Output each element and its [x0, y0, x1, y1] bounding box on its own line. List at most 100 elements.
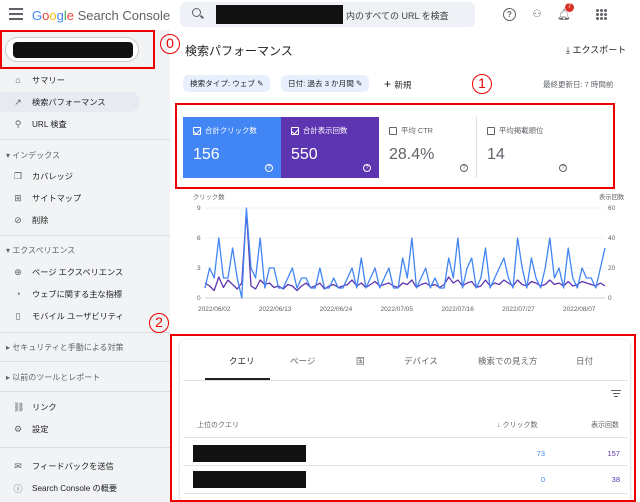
home-icon: ⌂	[15, 75, 21, 85]
x-tick-label: 2022/07/16	[441, 306, 474, 313]
edit-icon: ✎	[254, 79, 264, 88]
info-icon: ⓘ	[13, 483, 23, 494]
sidebar-item-label: ページ エクスペリエンス	[32, 268, 124, 277]
sidebar-item-url-inspection[interactable]: ⚲ URL 検査	[0, 114, 140, 134]
sidebar-item-label: URL 検査	[32, 120, 67, 129]
y-tick-label-right: 20	[608, 265, 616, 272]
sidebar-item-links[interactable]: ⛓ リンク	[0, 397, 140, 417]
smartphone-icon: ▯	[15, 310, 21, 321]
x-tick-label: 2022/08/07	[563, 306, 596, 313]
google-wordmark-e: e	[66, 8, 74, 23]
annotation-box-0	[0, 30, 155, 69]
chip-label: 日付: 過去 3 か月間	[288, 79, 354, 88]
sidebar-item-label: ウェブに関する主な指標	[32, 290, 123, 299]
section-label: 以前のツールとレポート	[12, 373, 101, 382]
sidebar-item-coverage[interactable]: ❐ カバレッジ	[0, 166, 140, 186]
x-tick-label: 2022/06/02	[198, 306, 231, 313]
trending-up-icon: ↗	[14, 96, 22, 107]
app-logo[interactable]: Google Search Console	[32, 8, 170, 23]
sidebar-item-label: Search Console の概要	[32, 484, 118, 493]
x-tick-label: 2022/07/27	[502, 306, 535, 313]
apps-grid-icon[interactable]	[596, 9, 607, 20]
chip-label: 検索タイプ: ウェブ	[190, 79, 255, 88]
help-icon[interactable]: ?	[503, 8, 516, 21]
filter-chip-date[interactable]: 日付: 過去 3 か月間 ✎	[281, 75, 370, 92]
sidebar-item-settings[interactable]: ⚙ 設定	[0, 419, 140, 439]
divider	[0, 391, 170, 392]
annotation-box-1	[175, 103, 615, 189]
page-title: 検索パフォーマンス	[185, 44, 293, 58]
new-filter-button[interactable]: + 新規	[384, 77, 411, 91]
sidebar-item-summary[interactable]: ⌂ サマリー	[0, 70, 140, 90]
sidebar-item-label: リンク	[32, 403, 57, 412]
add-icon: +	[384, 77, 395, 91]
google-wordmark: G	[32, 8, 43, 23]
menu-icon[interactable]	[9, 8, 23, 20]
sidebar-item-feedback[interactable]: ✉ フィードバックを送信	[0, 456, 140, 476]
redacted-property-name	[216, 5, 343, 24]
product-name: Search Console	[77, 8, 171, 23]
section-security[interactable]: ▸ セキュリティと手動による対策	[6, 342, 124, 353]
sidebar-item-sitemap[interactable]: ⊞ サイトマップ	[0, 188, 140, 208]
visibility-off-icon: ⊘	[14, 214, 22, 225]
speed-icon: ◔	[15, 289, 21, 299]
y-tick-label-right: 60	[608, 205, 616, 212]
top-app-bar: Google Search Console 内のすべての URL を検査 ? ⚇…	[0, 0, 640, 30]
annotation-box-2	[170, 334, 636, 502]
link-icon: ⛓	[13, 401, 25, 412]
divider	[0, 447, 170, 448]
sidebar-item-label: フィードバックを送信	[32, 462, 114, 471]
search-icon: ⚲	[14, 118, 22, 129]
sidebar-item-removals[interactable]: ⊘ 削除	[0, 210, 140, 230]
divider	[0, 361, 170, 362]
url-inspection-search[interactable]: 内のすべての URL を検査	[180, 2, 475, 27]
section-experience[interactable]: ▾ エクスペリエンス	[6, 245, 75, 256]
feedback-icon: ✉	[14, 460, 22, 471]
sidebar-item-label: 削除	[32, 216, 49, 225]
sidebar-item-label: モバイル ユーザビリティ	[32, 312, 124, 321]
section-label: セキュリティと手動による対策	[12, 343, 124, 352]
section-label: インデックス	[12, 151, 61, 160]
y-tick-label-left: 6	[197, 235, 201, 242]
performance-chart[interactable]: 9 60 6 40 3 20 0 0 2022/06/02 2022/06/13 2022/06/2…	[180, 200, 630, 320]
filter-chip-search-type[interactable]: 検索タイプ: ウェブ ✎	[183, 75, 271, 92]
series-line-impressions	[204, 210, 606, 292]
add-circle-icon: ⊕	[14, 266, 22, 277]
divider	[0, 332, 170, 333]
export-label: エクスポート	[572, 45, 627, 55]
y-tick-label-left: 0	[197, 295, 201, 302]
y-tick-label-right: 0	[608, 295, 612, 302]
settings-icon: ⚙	[13, 423, 23, 434]
sidebar-item-label: カバレッジ	[32, 172, 73, 181]
sidebar-item-label: サマリー	[32, 76, 65, 85]
export-button[interactable]: ⤓ エクスポート	[566, 43, 626, 56]
new-label: 新規	[394, 80, 412, 90]
sidebar-item-about[interactable]: ⓘ Search Console の概要	[0, 478, 140, 498]
section-index[interactable]: ▾ インデックス	[6, 150, 60, 161]
sidebar-item-core-web-vitals[interactable]: ◔ ウェブに関する主な指標	[0, 284, 140, 304]
search-placeholder: 内のすべての URL を検査	[346, 11, 449, 21]
x-tick-label: 2022/07/05	[381, 306, 414, 313]
sidebar-item-label: サイトマップ	[32, 194, 82, 203]
sidebar: ⌂ サマリー ↗ 検索パフォーマンス ⚲ URL 検査 ▾ インデックス ❐ カバレッジ…	[0, 30, 170, 502]
last-updated: 最終更新日: 7 時間前	[543, 80, 614, 89]
y-tick-label-left: 3	[197, 265, 201, 272]
annotation-number-2: 2	[149, 313, 169, 333]
annotation-number-0: 0	[160, 34, 180, 54]
section-legacy[interactable]: ▸ 以前のツールとレポート	[6, 372, 100, 383]
sidebar-item-label: 検索パフォーマンス	[32, 98, 106, 107]
sidebar-item-page-experience[interactable]: ⊕ ページ エクスペリエンス	[0, 262, 140, 282]
google-wordmark-o2: o	[49, 8, 57, 23]
sitemap-icon: ⊞	[14, 192, 22, 203]
x-tick-label: 2022/06/24	[320, 306, 353, 313]
divider	[0, 235, 170, 236]
y-tick-label-left: 9	[197, 205, 201, 212]
notification-badge: 7	[565, 3, 574, 12]
sidebar-item-performance[interactable]: ↗ 検索パフォーマンス	[0, 92, 140, 112]
sidebar-item-label: 設定	[32, 425, 49, 434]
x-tick-label: 2022/06/13	[259, 306, 292, 313]
manage-accounts-icon[interactable]: ⚇	[530, 8, 544, 22]
sidebar-item-mobile-usability[interactable]: ▯ モバイル ユーザビリティ	[0, 306, 140, 326]
google-wordmark-g: g	[56, 8, 64, 23]
file-copy-icon: ❐	[13, 170, 23, 181]
